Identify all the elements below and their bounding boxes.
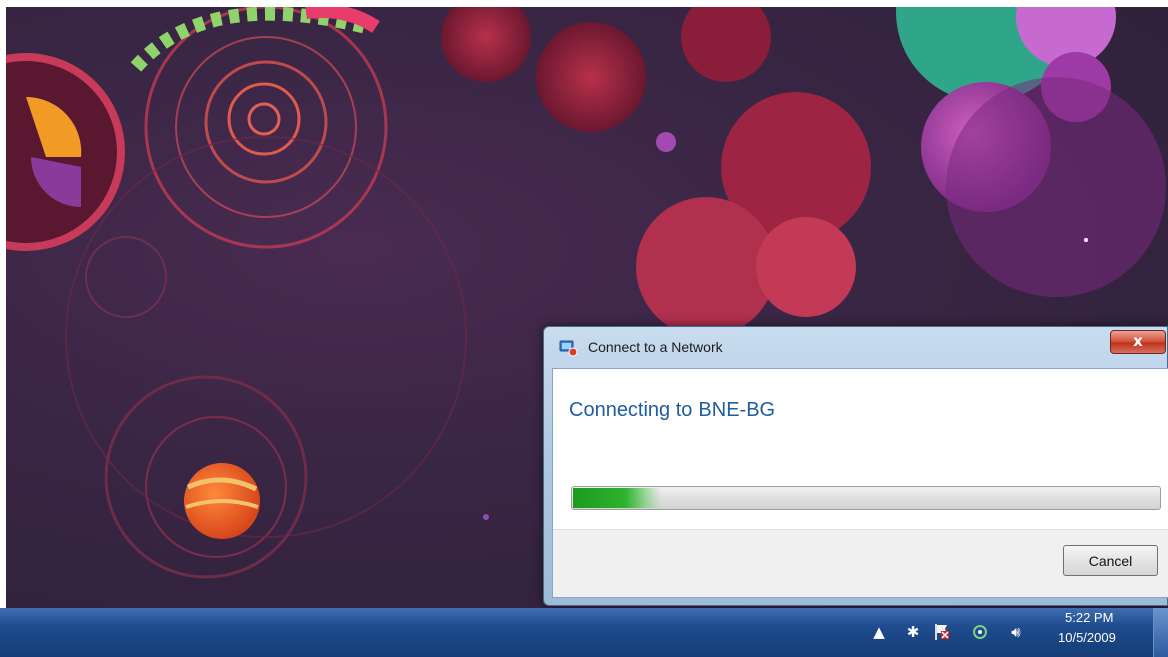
dialog-title: Connect to a Network [588,339,723,355]
cancel-button[interactable]: Cancel [1063,545,1158,576]
show-hidden-icons-icon[interactable]: ▲ [869,622,889,642]
action-center-flag-icon[interactable] [932,622,952,642]
connecting-message: Connecting to BNE-BG [569,399,775,422]
show-desktop-button[interactable] [1153,608,1168,657]
bluetooth-icon[interactable]: ✱ [903,622,923,642]
network-icon[interactable] [970,622,990,642]
volume-icon[interactable]: 🔊︎ [1006,622,1026,642]
connection-progress-bar [571,486,1161,510]
network-icon [558,337,578,357]
dialog-footer: Cancel [553,529,1168,597]
taskbar: ▲ ✱ 🔊︎ [0,608,1168,657]
clock-time[interactable]: 5:22 PM [1065,610,1113,625]
network-name: BNE-BG [698,399,776,421]
close-button[interactable]: x [1110,330,1166,354]
connecting-label: Connecting to [569,399,693,421]
dialog-titlebar[interactable]: Connect to a Network x [544,327,1167,367]
clock-date[interactable]: 10/5/2009 [1058,630,1116,645]
progress-fill [573,488,661,508]
connect-network-dialog: Connect to a Network x Connecting to BNE-… [543,326,1168,606]
dialog-content: Connecting to BNE-BG Cancel [552,368,1168,598]
